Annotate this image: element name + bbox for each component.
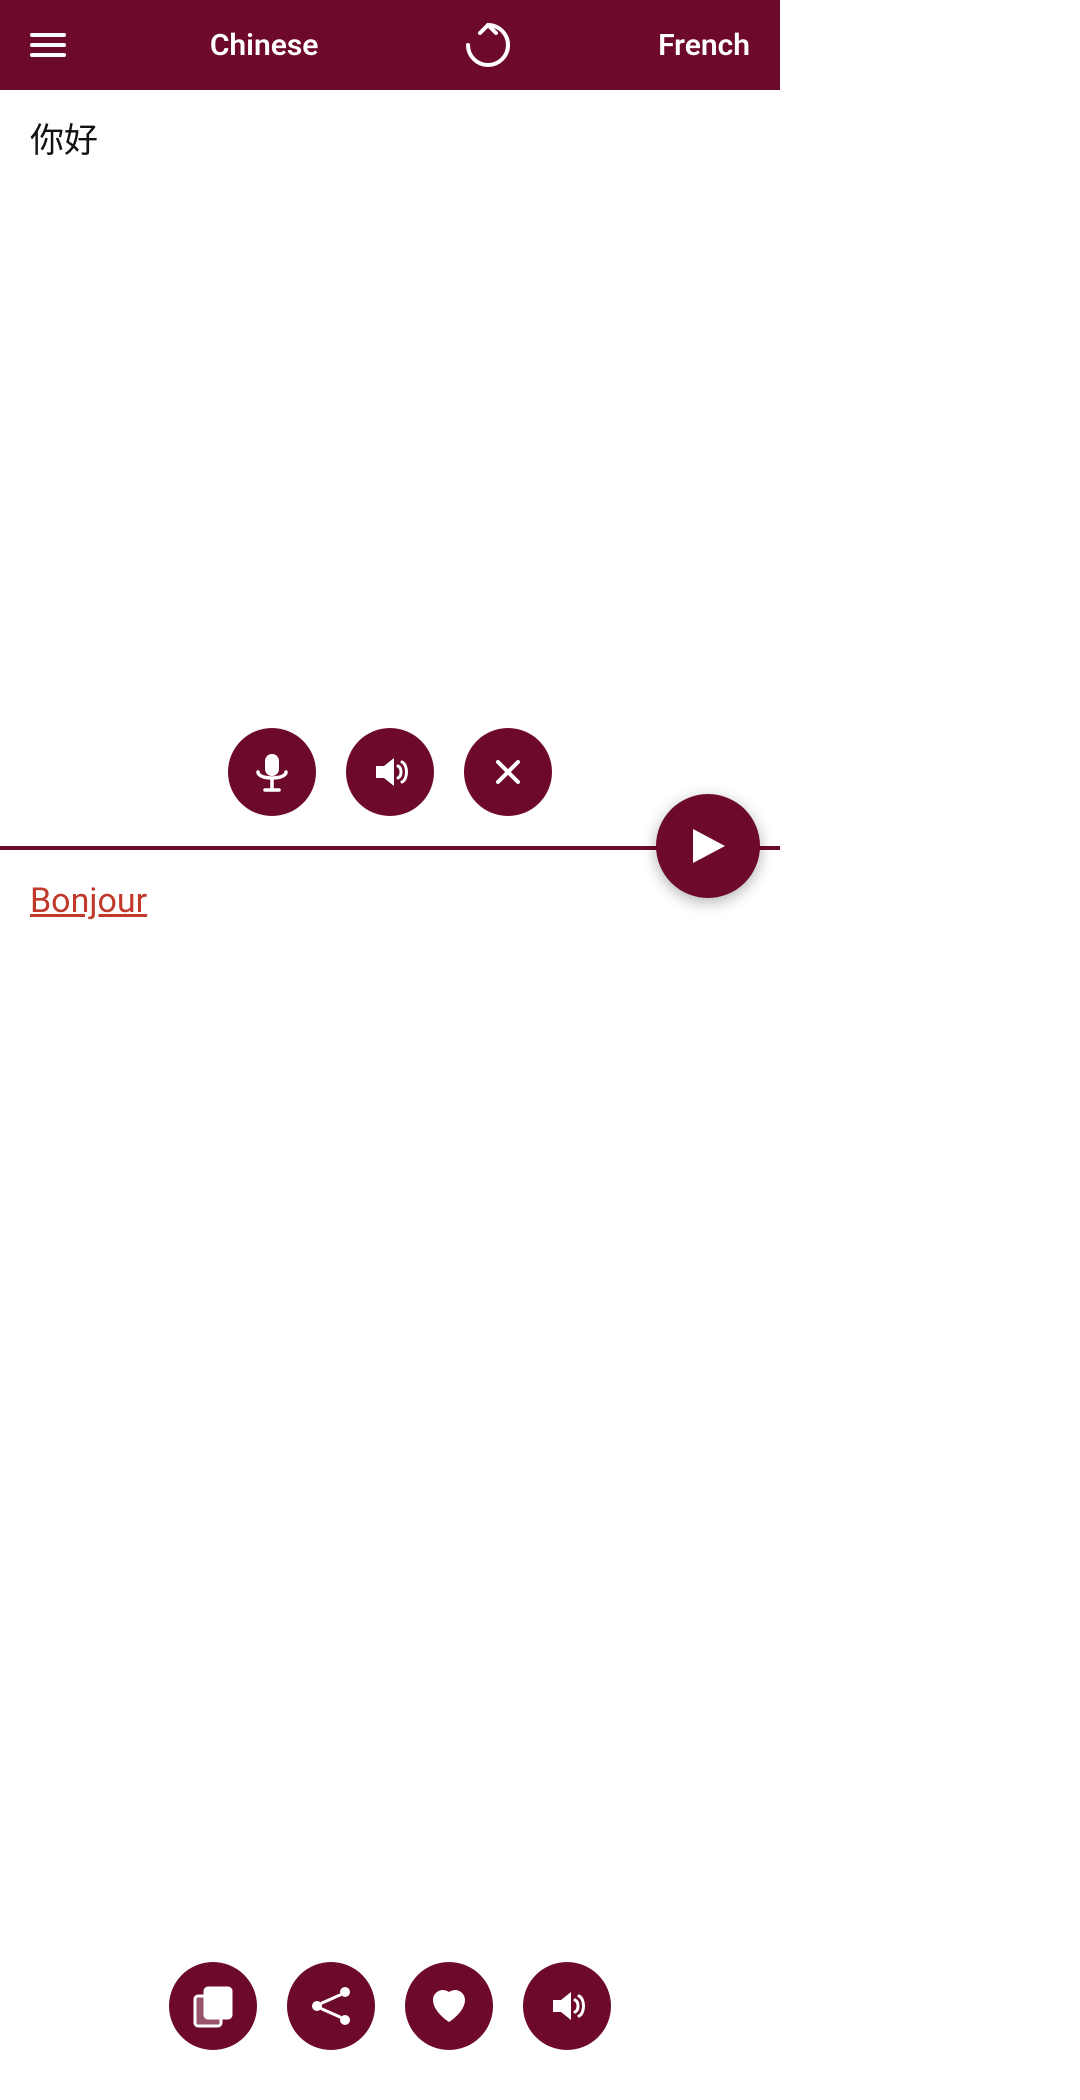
- microphone-icon: [250, 750, 294, 794]
- target-language-selector[interactable]: French: [658, 28, 750, 63]
- input-speaker-button[interactable]: [346, 728, 434, 816]
- translated-text: Bonjour: [0, 850, 780, 1942]
- translate-button[interactable]: [656, 794, 760, 898]
- send-icon: [683, 821, 733, 871]
- copy-button[interactable]: [169, 1962, 257, 2050]
- output-action-bar: [0, 1942, 780, 2100]
- speaker-icon: [368, 750, 412, 794]
- microphone-button[interactable]: [228, 728, 316, 816]
- source-text-input[interactable]: [0, 90, 780, 708]
- copy-icon: [191, 1984, 235, 2028]
- output-speaker-button[interactable]: [523, 1962, 611, 2050]
- source-language-selector[interactable]: Chinese: [210, 28, 319, 63]
- swap-languages-button[interactable]: [462, 19, 514, 71]
- app-header: Chinese French: [0, 0, 780, 90]
- share-icon: [309, 1984, 353, 2028]
- hamburger-icon: [30, 43, 66, 47]
- menu-button[interactable]: [30, 33, 66, 57]
- heart-icon: [427, 1984, 471, 2028]
- input-section: [0, 90, 780, 850]
- favorite-button[interactable]: [405, 1962, 493, 2050]
- output-speaker-icon: [545, 1984, 589, 2028]
- close-icon: [486, 750, 530, 794]
- hamburger-icon: [30, 53, 66, 57]
- clear-button[interactable]: [464, 728, 552, 816]
- output-section: Bonjour: [0, 850, 780, 2100]
- hamburger-icon: [30, 33, 66, 37]
- share-button[interactable]: [287, 1962, 375, 2050]
